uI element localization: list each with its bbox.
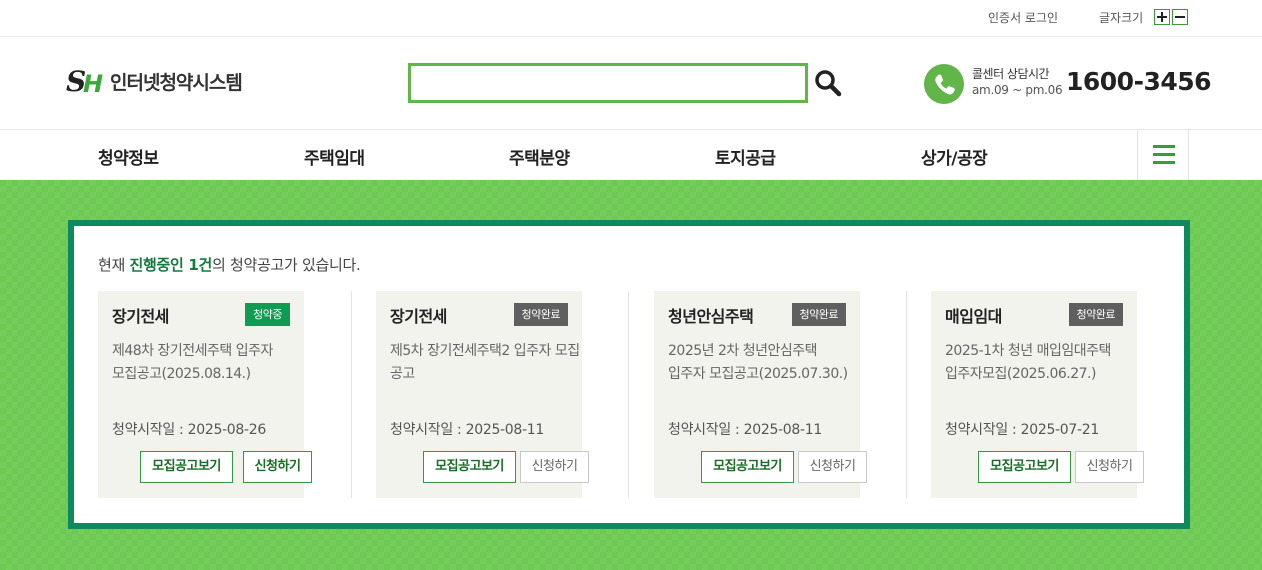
- svg-text:H: H: [83, 70, 103, 98]
- apply-button[interactable]: 신청하기: [798, 451, 867, 483]
- notice-card: 장기전세 청약중 제48차 장기전세주택 입주자 모집공고(2025.08.14…: [98, 291, 312, 498]
- active-count: 진행중인 1건: [129, 256, 213, 274]
- font-decrease-button[interactable]: [1172, 9, 1188, 25]
- apply-button[interactable]: 신청하기: [1075, 451, 1144, 483]
- card-type: 장기전세: [112, 307, 169, 326]
- apply-button[interactable]: 신청하기: [243, 451, 312, 483]
- apply-button[interactable]: 신청하기: [520, 451, 589, 483]
- notice-card: 장기전세 청약완료 제5차 장기전세주택2 입주자 모집 공고 청약시작일 : …: [376, 291, 589, 498]
- card-title[interactable]: 제5차 장기전세주택2 입주자 모집 공고: [390, 340, 580, 386]
- card-type: 장기전세: [390, 307, 447, 326]
- search-button[interactable]: [812, 67, 844, 99]
- search-input[interactable]: [408, 63, 808, 103]
- status-badge: 청약완료: [1068, 303, 1123, 326]
- nav-item-subscription-info[interactable]: 청약정보: [98, 144, 159, 169]
- card-divider: [628, 291, 629, 498]
- site-logo[interactable]: S H 인터넷청약시스템: [66, 63, 243, 99]
- certificate-login-link[interactable]: 인증서 로그인: [988, 9, 1058, 26]
- hamburger-icon-bar: [1153, 161, 1175, 164]
- call-center-hours: am.09 ~ pm.06: [972, 83, 1063, 97]
- font-size-label: 글자크기: [1099, 11, 1144, 25]
- site-header: S H 인터넷청약시스템 콜센터 상담시간 am.09 ~ pm.06 1600…: [0, 37, 1262, 130]
- card-type: 매입임대: [945, 307, 1002, 326]
- status-badge: 청약중: [245, 303, 290, 326]
- main-nav: 청약정보 주택임대 주택분양 토지공급 상가/공장: [0, 130, 1262, 180]
- card-title[interactable]: 2025-1차 청년 매입임대주택 입주자모집(2025.06.27.): [945, 340, 1135, 386]
- nav-item-housing-sale[interactable]: 주택분양: [509, 144, 570, 169]
- card-title[interactable]: 2025년 2차 청년안심주택 입주자 모집공고(2025.07.30.): [668, 340, 858, 386]
- view-notice-button[interactable]: 모집공고보기: [978, 451, 1071, 483]
- utility-bar: 인증서 로그인 글자크기: [0, 0, 1262, 37]
- hamburger-menu-button[interactable]: [1137, 130, 1189, 180]
- nav-item-land-supply[interactable]: 토지공급: [715, 144, 776, 169]
- call-center-label: 콜센터 상담시간: [972, 67, 1050, 81]
- notice-summary: 현재 진행중인 1건의 청약공고가 있습니다.: [98, 256, 361, 274]
- card-start-date: 청약시작일 : 2025-08-11: [390, 422, 544, 438]
- logo-text: 인터넷청약시스템: [110, 71, 243, 94]
- main-banner-area: 현재 진행중인 1건의 청약공고가 있습니다. 장기전세 청약중 제48차 장기…: [0, 180, 1262, 570]
- phone-icon: [924, 64, 964, 104]
- subscription-notice-box: 현재 진행중인 1건의 청약공고가 있습니다. 장기전세 청약중 제48차 장기…: [68, 220, 1190, 529]
- view-notice-button[interactable]: 모집공고보기: [140, 451, 233, 483]
- notice-card: 청년안심주택 청약완료 2025년 2차 청년안심주택 입주자 모집공고(202…: [654, 291, 867, 498]
- status-badge: 청약완료: [513, 303, 568, 326]
- notice-card: 매입임대 청약완료 2025-1차 청년 매입임대주택 입주자모집(2025.0…: [931, 291, 1144, 498]
- search-icon: [815, 70, 842, 97]
- card-start-date: 청약시작일 : 2025-08-11: [668, 422, 822, 438]
- view-notice-button[interactable]: 모집공고보기: [423, 451, 516, 483]
- status-badge: 청약완료: [791, 303, 846, 326]
- hamburger-icon-bar: [1153, 153, 1175, 156]
- minus-icon: [1175, 16, 1185, 18]
- hamburger-icon: [1153, 145, 1175, 148]
- view-notice-button[interactable]: 모집공고보기: [701, 451, 794, 483]
- plus-icon: [1157, 12, 1167, 22]
- font-increase-button[interactable]: [1154, 9, 1170, 25]
- card-start-date: 청약시작일 : 2025-07-21: [945, 422, 1099, 438]
- card-title[interactable]: 제48차 장기전세주택 입주자 모집공고(2025.08.14.): [112, 340, 302, 386]
- nav-item-housing-rental[interactable]: 주택임대: [304, 144, 365, 169]
- card-divider: [906, 291, 907, 498]
- card-type: 청년안심주택: [668, 307, 754, 326]
- card-start-date: 청약시작일 : 2025-08-26: [112, 422, 266, 438]
- card-divider: [351, 291, 352, 498]
- sh-logo-icon: S H: [66, 65, 103, 98]
- nav-item-commercial-factory[interactable]: 상가/공장: [921, 144, 988, 169]
- phone-number: 1600-3456: [1066, 67, 1212, 96]
